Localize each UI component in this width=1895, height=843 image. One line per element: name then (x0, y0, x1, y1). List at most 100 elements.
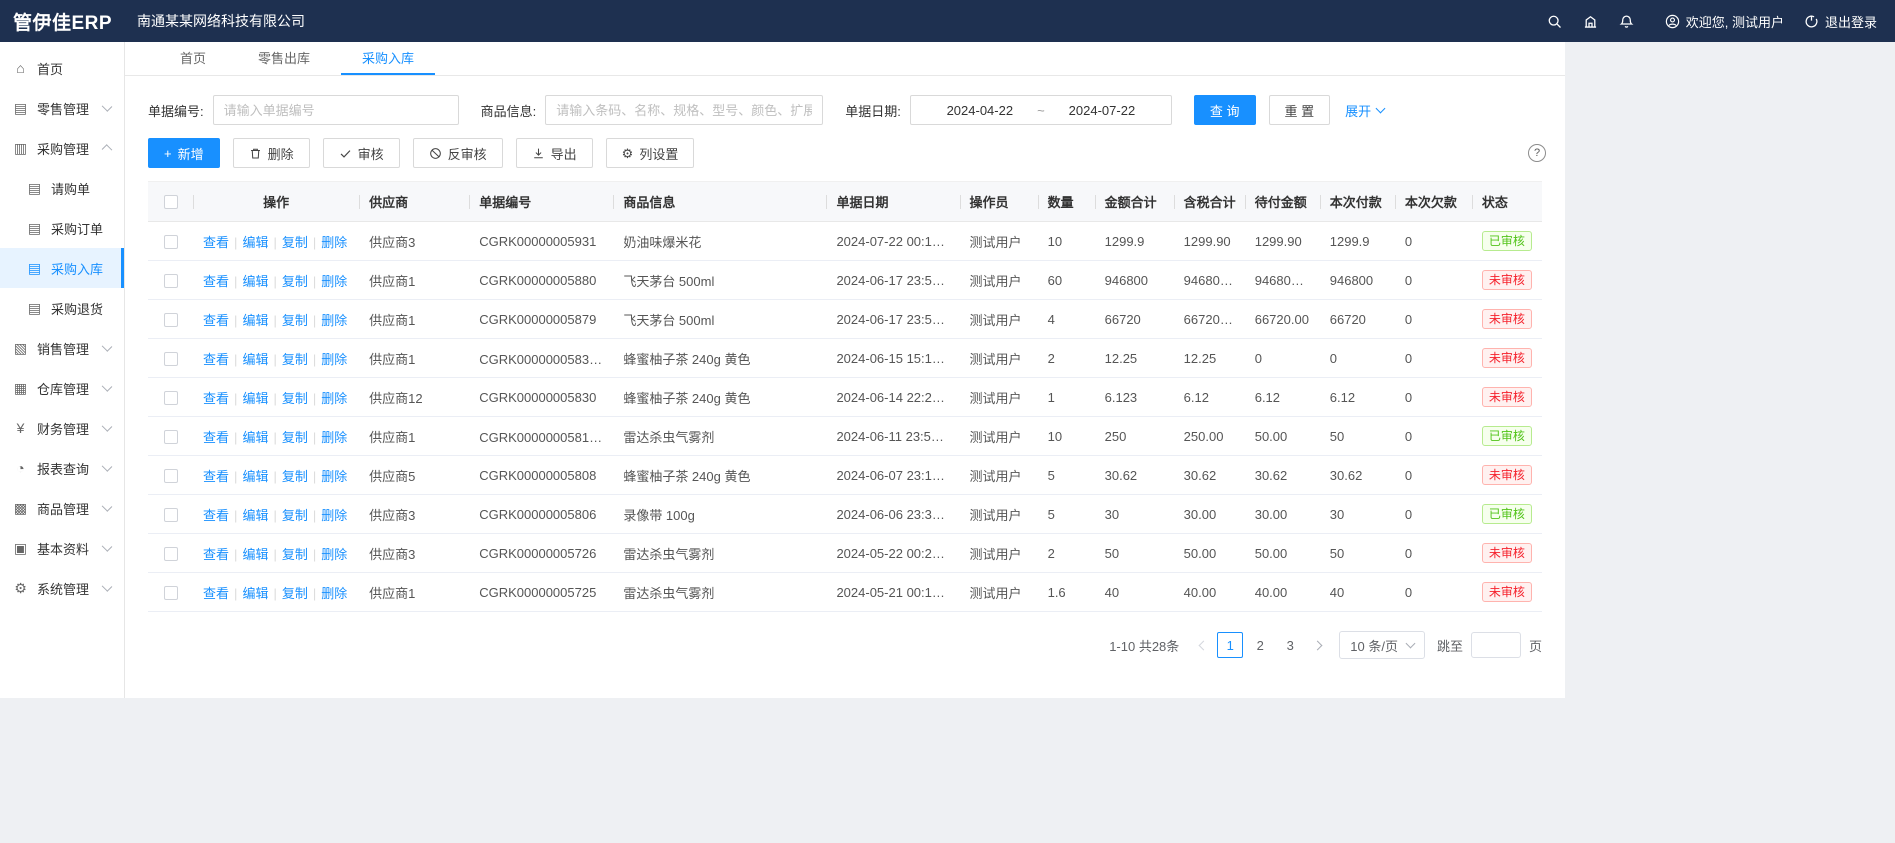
sidebar-item-purchase[interactable]: ▥ 采购管理 (0, 128, 124, 168)
row-action-edit[interactable]: 编辑 (242, 430, 268, 445)
logout-button[interactable]: 退出登录 (1804, 12, 1877, 31)
column-header[interactable]: 待付金额 (1245, 182, 1320, 222)
sidebar-item-system[interactable]: ⚙ 系统管理 (0, 568, 124, 608)
row-action-copy[interactable]: 复制 (282, 235, 308, 250)
select-all-checkbox[interactable] (164, 195, 178, 209)
column-header[interactable]: 金额合计 (1095, 182, 1174, 222)
delete-button[interactable]: 删除 (233, 138, 310, 168)
column-header[interactable]: 操作员 (960, 182, 1038, 222)
column-header[interactable]: 本次付款 (1320, 182, 1395, 222)
app-logo[interactable]: 管伊佳ERP (0, 8, 125, 35)
row-checkbox[interactable] (164, 586, 178, 600)
row-action-delete[interactable]: 删除 (321, 547, 347, 562)
row-checkbox[interactable] (164, 235, 178, 249)
row-action-delete[interactable]: 删除 (321, 508, 347, 523)
sidebar-item-purchase-return[interactable]: ▤ 采购退货 (0, 288, 124, 328)
row-action-edit[interactable]: 编辑 (242, 547, 268, 562)
row-action-edit[interactable]: 编辑 (242, 586, 268, 601)
row-checkbox[interactable] (164, 508, 178, 522)
reset-button[interactable]: 重 置 (1269, 95, 1331, 125)
expand-link[interactable]: 展开 (1345, 101, 1384, 120)
date-range-picker[interactable]: 2024-04-22 ~ 2024-07-22 (910, 95, 1172, 125)
column-header[interactable]: 供应商 (359, 182, 469, 222)
help-icon[interactable]: ? (1528, 144, 1546, 162)
row-action-copy[interactable]: 复制 (282, 508, 308, 523)
row-action-edit[interactable]: 编辑 (242, 274, 268, 289)
column-header[interactable]: 单据编号 (469, 182, 613, 222)
column-settings-button[interactable]: ⚙ 列设置 (606, 138, 695, 168)
column-header[interactable]: 数量 (1038, 182, 1095, 222)
row-action-delete[interactable]: 删除 (321, 586, 347, 601)
sidebar-item-purchase-order[interactable]: ▤ 采购订单 (0, 208, 124, 248)
row-action-view[interactable]: 查看 (203, 313, 229, 328)
column-header[interactable]: 商品信息 (613, 182, 826, 222)
sidebar-item-home[interactable]: ⌂ 首页 (0, 48, 124, 88)
column-header[interactable]: 操作 (193, 182, 359, 222)
row-action-delete[interactable]: 删除 (321, 352, 347, 367)
row-action-delete[interactable]: 删除 (321, 313, 347, 328)
bill-no-input[interactable] (213, 95, 459, 125)
row-action-view[interactable]: 查看 (203, 547, 229, 562)
row-checkbox[interactable] (164, 313, 178, 327)
search-icon[interactable] (1537, 14, 1573, 29)
column-header[interactable]: 状态 (1472, 182, 1542, 222)
sidebar-item-purchase-request[interactable]: ▤ 请购单 (0, 168, 124, 208)
tab-retail-outbound[interactable]: 零售出库 (237, 42, 331, 75)
page-number-2[interactable]: 2 (1247, 632, 1273, 658)
row-action-view[interactable]: 查看 (203, 274, 229, 289)
row-action-delete[interactable]: 删除 (321, 430, 347, 445)
building-icon[interactable] (1573, 14, 1609, 29)
row-action-view[interactable]: 查看 (203, 469, 229, 484)
sidebar-item-finance[interactable]: ¥ 财务管理 (0, 408, 124, 448)
row-action-copy[interactable]: 复制 (282, 313, 308, 328)
sidebar-item-product[interactable]: ▩ 商品管理 (0, 488, 124, 528)
sidebar-item-purchase-inbound[interactable]: ▤ 采购入库 (0, 248, 124, 288)
search-button[interactable]: 查 询 (1194, 95, 1256, 125)
column-header[interactable]: 单据日期 (826, 182, 959, 222)
row-action-copy[interactable]: 复制 (282, 352, 308, 367)
tab-purchase-inbound[interactable]: 采购入库 (341, 42, 435, 75)
row-action-view[interactable]: 查看 (203, 586, 229, 601)
row-action-delete[interactable]: 删除 (321, 235, 347, 250)
page-number-3[interactable]: 3 (1277, 632, 1303, 658)
product-info-input[interactable] (545, 95, 823, 125)
add-button[interactable]: + 新增 (148, 138, 220, 168)
sidebar-item-sales[interactable]: ▧ 销售管理 (0, 328, 124, 368)
row-action-edit[interactable]: 编辑 (242, 352, 268, 367)
row-checkbox[interactable] (164, 352, 178, 366)
row-action-edit[interactable]: 编辑 (242, 235, 268, 250)
bell-icon[interactable] (1609, 14, 1645, 29)
prev-page-button[interactable] (1191, 632, 1215, 658)
sidebar-item-warehouse[interactable]: ▦ 仓库管理 (0, 368, 124, 408)
row-action-view[interactable]: 查看 (203, 235, 229, 250)
row-checkbox[interactable] (164, 469, 178, 483)
row-action-view[interactable]: 查看 (203, 352, 229, 367)
jump-page-input[interactable] (1471, 632, 1521, 658)
welcome-user[interactable]: 欢迎您, 测试用户 (1665, 12, 1784, 31)
row-action-view[interactable]: 查看 (203, 391, 229, 406)
row-action-view[interactable]: 查看 (203, 508, 229, 523)
row-action-delete[interactable]: 删除 (321, 469, 347, 484)
row-action-copy[interactable]: 复制 (282, 274, 308, 289)
row-action-edit[interactable]: 编辑 (242, 391, 268, 406)
row-action-copy[interactable]: 复制 (282, 430, 308, 445)
row-action-view[interactable]: 查看 (203, 430, 229, 445)
row-checkbox[interactable] (164, 430, 178, 444)
column-header[interactable]: 含税合计 (1174, 182, 1245, 222)
row-action-copy[interactable]: 复制 (282, 586, 308, 601)
next-page-button[interactable] (1305, 632, 1329, 658)
row-checkbox[interactable] (164, 547, 178, 561)
row-action-edit[interactable]: 编辑 (242, 469, 268, 484)
export-button[interactable]: 导出 (516, 138, 593, 168)
sidebar-item-basic-data[interactable]: ▣ 基本资料 (0, 528, 124, 568)
row-checkbox[interactable] (164, 274, 178, 288)
row-checkbox[interactable] (164, 391, 178, 405)
sidebar-item-report[interactable]: ◔ 报表查询 (0, 448, 124, 488)
row-action-delete[interactable]: 删除 (321, 274, 347, 289)
page-number-1[interactable]: 1 (1217, 632, 1243, 658)
row-action-copy[interactable]: 复制 (282, 469, 308, 484)
row-action-edit[interactable]: 编辑 (242, 508, 268, 523)
unaudit-button[interactable]: 反审核 (413, 138, 503, 168)
row-action-copy[interactable]: 复制 (282, 391, 308, 406)
audit-button[interactable]: 审核 (323, 138, 400, 168)
